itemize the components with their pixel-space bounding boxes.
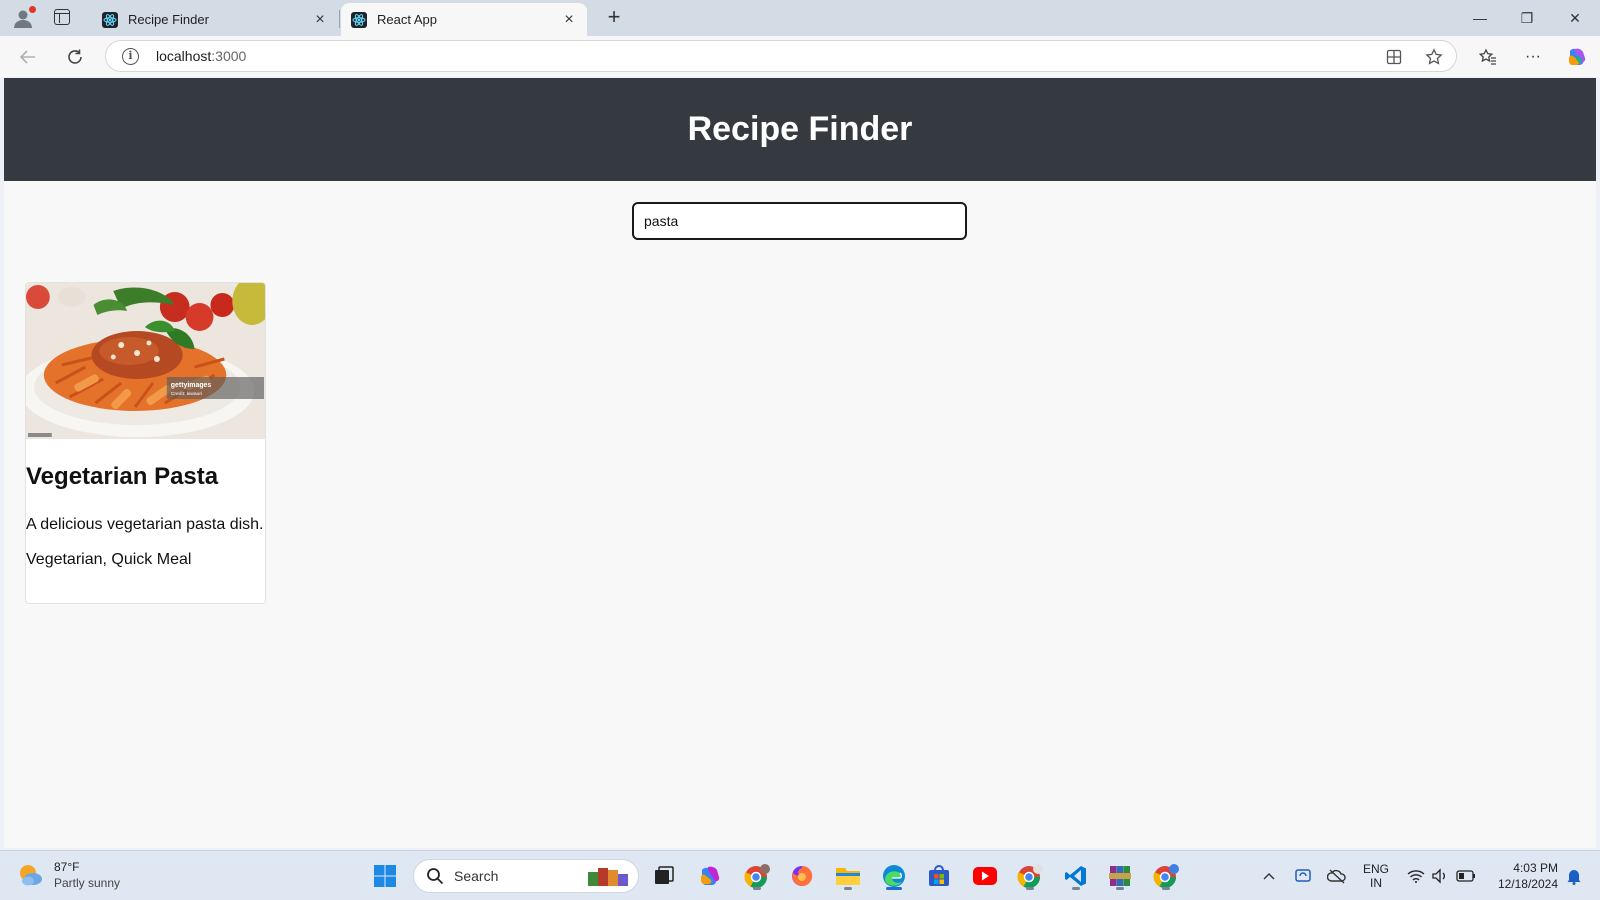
clock-time: 4:03 PM	[1513, 861, 1558, 875]
language-indicator[interactable]: ENG IN	[1358, 851, 1394, 900]
browser-toolbar: i localhost:3000 ···	[0, 36, 1600, 77]
close-window-button[interactable]: ✕	[1552, 0, 1598, 36]
image-credit: Credit: kiwauri	[171, 391, 202, 397]
notification-bell-icon[interactable]	[1562, 851, 1586, 900]
recipe-tags: Vegetarian, Quick Meal	[26, 551, 192, 568]
page-title: Recipe Finder	[687, 110, 913, 148]
chrome-profile-s-icon[interactable]	[1150, 860, 1182, 892]
running-indicator	[1162, 887, 1170, 890]
weather-temp: 87°F	[54, 860, 80, 874]
tab-separator	[339, 10, 340, 28]
microsoft-store-icon[interactable]	[923, 860, 955, 892]
tab-title: React App	[377, 12, 437, 27]
react-favicon-icon	[102, 11, 118, 28]
recipe-image: gettyimages Credit: kiwauri	[26, 283, 265, 439]
sync-icon[interactable]	[1290, 851, 1316, 900]
youtube-icon[interactable]	[969, 860, 1001, 892]
browser-tab-strip: Recipe Finder × React App × + — ❐ ✕	[0, 0, 1600, 36]
refresh-icon[interactable]	[61, 43, 89, 71]
recipe-title: Vegetarian Pasta	[26, 463, 219, 490]
battery-icon[interactable]	[1454, 851, 1478, 900]
copilot-taskbar-icon[interactable]	[694, 860, 726, 892]
running-indicator	[1072, 887, 1080, 890]
chrome-icon[interactable]	[1014, 860, 1046, 892]
notification-dot	[29, 6, 36, 13]
wifi-icon[interactable]	[1404, 851, 1428, 900]
search-highlight-icon	[588, 868, 628, 886]
profile-icon[interactable]	[12, 6, 36, 30]
search-icon	[427, 868, 444, 885]
copilot-icon[interactable]	[1563, 43, 1591, 71]
app-header: Recipe Finder	[4, 78, 1596, 181]
vscode-icon[interactable]	[1060, 860, 1092, 892]
running-indicator	[886, 887, 902, 890]
tab-title: Recipe Finder	[128, 12, 209, 27]
firefox-icon[interactable]	[786, 860, 818, 892]
file-explorer-icon[interactable]	[832, 860, 864, 892]
tab-close-icon[interactable]: ×	[312, 11, 328, 28]
page-viewport: Recipe Finder pasta gettyimages Credit: …	[4, 78, 1596, 848]
chrome-profile-u-icon[interactable]	[741, 860, 773, 892]
recipe-search-input[interactable]	[632, 202, 967, 240]
start-button[interactable]	[369, 860, 401, 892]
recipe-card[interactable]: gettyimages Credit: kiwauri Vegetarian P…	[25, 282, 266, 604]
running-indicator	[1116, 887, 1124, 890]
site-info-icon[interactable]: i	[122, 48, 139, 65]
tab-close-icon[interactable]: ×	[561, 11, 577, 28]
react-favicon-icon	[351, 11, 367, 28]
language-region: IN	[1370, 876, 1382, 890]
task-view-icon[interactable]	[648, 860, 680, 892]
tab-actions-icon[interactable]	[54, 9, 70, 25]
recipe-description: A delicious vegetarian pasta dish.	[26, 516, 264, 533]
clock-date: 12/18/2024	[1497, 877, 1558, 891]
volume-icon[interactable]	[1428, 851, 1452, 900]
minimize-button[interactable]: —	[1457, 0, 1503, 36]
clock[interactable]: 4:03 PM 12/18/2024	[1486, 851, 1558, 900]
tab-react-app[interactable]: React App ×	[341, 3, 587, 36]
edge-browser-icon[interactable]	[878, 860, 910, 892]
onedrive-offline-icon[interactable]	[1324, 851, 1350, 900]
language-code: ENG	[1362, 862, 1389, 876]
partly-sunny-icon	[20, 865, 42, 886]
new-tab-button[interactable]: +	[601, 5, 627, 31]
tab-recipe-finder[interactable]: Recipe Finder ×	[92, 3, 338, 36]
running-indicator	[1026, 887, 1034, 890]
app-install-icon[interactable]	[1384, 47, 1404, 67]
weather-widget[interactable]: 87°F Partly sunny	[16, 859, 120, 891]
image-watermark: gettyimages	[171, 382, 212, 389]
weather-condition: Partly sunny	[54, 876, 121, 890]
show-hidden-icons-chevron-icon[interactable]	[1256, 851, 1282, 900]
favorite-star-icon[interactable]	[1424, 47, 1444, 67]
address-url: localhost:3000	[156, 48, 247, 64]
back-arrow-icon[interactable]	[14, 43, 42, 71]
taskbar-search[interactable]: Search	[413, 859, 639, 893]
running-indicator	[844, 887, 852, 890]
restore-button[interactable]: ❐	[1504, 0, 1550, 36]
taskbar: 87°F Partly sunny Search ENG IN 4:03 PM …	[0, 850, 1600, 900]
more-options-icon[interactable]: ···	[1519, 43, 1547, 71]
running-indicator	[753, 887, 761, 890]
favorites-icon[interactable]	[1474, 43, 1502, 71]
address-bar[interactable]: i localhost:3000	[105, 40, 1457, 72]
winrar-icon[interactable]	[1104, 860, 1136, 892]
taskbar-search-placeholder: Search	[454, 868, 499, 884]
